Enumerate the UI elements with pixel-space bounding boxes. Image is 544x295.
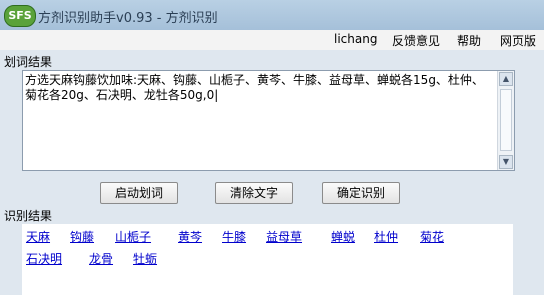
menu-help[interactable]: 帮助 [457, 32, 481, 49]
menu-feedback[interactable]: 反馈意见 [392, 32, 440, 49]
clear-text-button[interactable]: 清除文字 [215, 182, 293, 204]
herb-link[interactable]: 黄芩 [178, 228, 202, 245]
input-section-label: 划词结果 [4, 55, 53, 69]
start-selection-button[interactable]: 启动划词 [100, 182, 178, 204]
confirm-recognize-button[interactable]: 确定识别 [322, 182, 400, 204]
menu-user[interactable]: lichang [334, 32, 377, 46]
herb-link[interactable]: 石决明 [26, 250, 62, 267]
app-logo-icon: SFS [4, 5, 36, 27]
menu-web-version[interactable]: 网页版 [500, 32, 536, 49]
selected-text-area[interactable]: 方选天麻钩藤饮加味:天麻、钩藤、山栀子、黄芩、牛膝、益母草、蝉蜕各15g、杜仲、… [22, 70, 515, 171]
arrow-down-icon[interactable]: ▼ [499, 155, 513, 169]
herb-link[interactable]: 牡蛎 [133, 250, 157, 267]
herb-link[interactable]: 蝉蜕 [331, 228, 355, 245]
herb-link[interactable]: 益母草 [266, 228, 302, 245]
herb-link[interactable]: 菊花 [420, 228, 444, 245]
selected-text-content: 方选天麻钩藤饮加味:天麻、钩藤、山栀子、黄芩、牛膝、益母草、蝉蜕各15g、杜仲、… [25, 73, 484, 102]
menu-bar: lichang 反馈意见 帮助 网页版 [0, 30, 544, 50]
herb-link[interactable]: 牛膝 [222, 228, 246, 245]
herb-link[interactable]: 钩藤 [70, 228, 94, 245]
scroll-thumb[interactable] [500, 89, 512, 151]
herb-link[interactable]: 山栀子 [115, 228, 151, 245]
title-bar: SFS 方剂识别助手v0.93 - 方剂识别 [0, 0, 544, 31]
arrow-up-icon[interactable]: ▲ [499, 72, 513, 86]
herb-link[interactable]: 天麻 [26, 228, 50, 245]
window-title: 方剂识别助手v0.93 - 方剂识别 [38, 11, 218, 26]
herb-link[interactable]: 杜仲 [374, 228, 398, 245]
herb-link[interactable]: 龙骨 [89, 250, 113, 267]
results-section-label: 识别结果 [4, 209, 53, 223]
vertical-scrollbar[interactable]: ▲ ▼ [497, 71, 514, 170]
